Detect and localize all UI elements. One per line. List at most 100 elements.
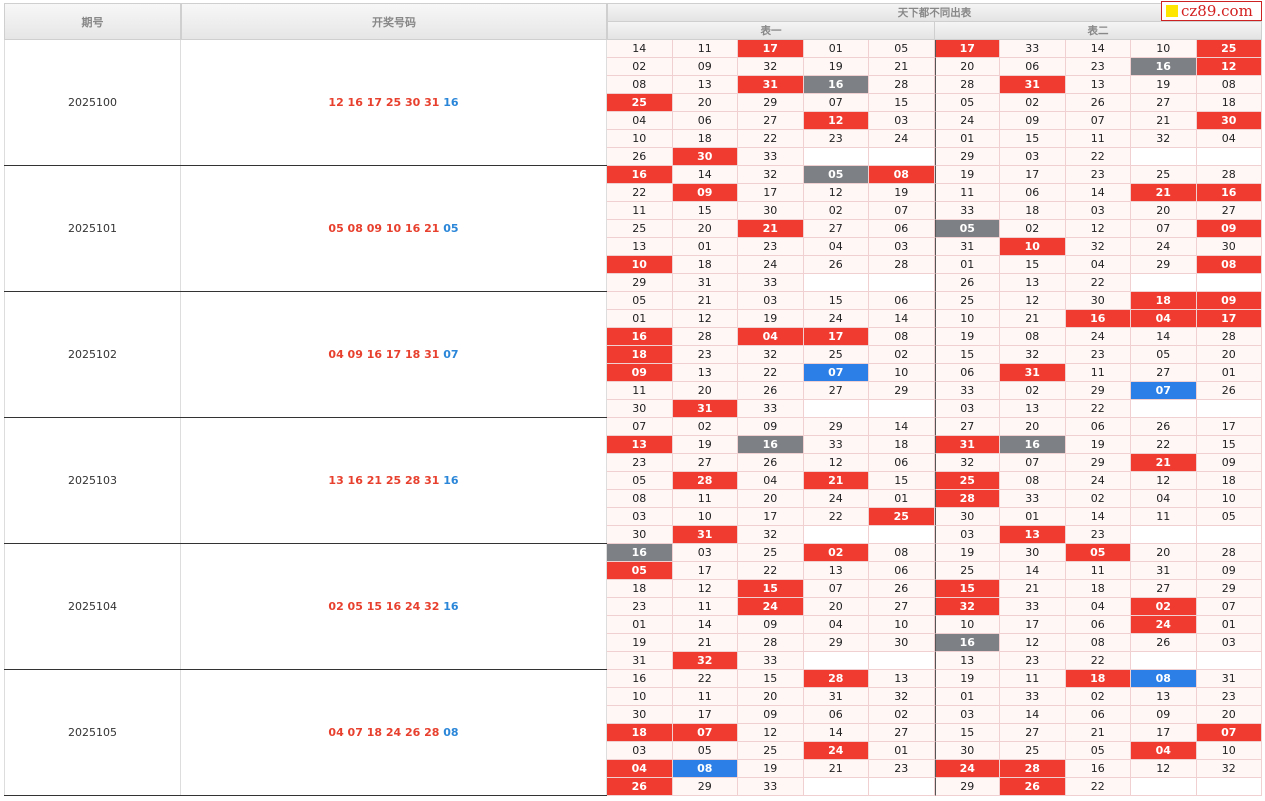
table1-cell: 30 <box>607 400 673 418</box>
table2-cell: 16 <box>934 634 1000 652</box>
table2-cell: 25 <box>1000 742 1066 760</box>
table1-cell: 24 <box>738 598 804 616</box>
table1-cell: 25 <box>869 508 935 526</box>
table2-cell: 07 <box>1131 382 1197 400</box>
table1-cell: 04 <box>738 472 804 490</box>
table2-cell: 24 <box>934 760 1000 778</box>
table1-cell: 23 <box>803 130 869 148</box>
table2-cell: 19 <box>934 544 1000 562</box>
table1-cell: 18 <box>607 580 673 598</box>
table1-cell: 30 <box>869 634 935 652</box>
table1-cell: 31 <box>672 526 738 544</box>
table2-cell: 06 <box>1065 616 1131 634</box>
table1-cell: 11 <box>672 40 738 58</box>
table1-cell: 18 <box>672 256 738 274</box>
table1-cell: 03 <box>738 292 804 310</box>
table1-cell: 26 <box>607 778 673 796</box>
table1-cell: 02 <box>672 418 738 436</box>
table1-cell: 28 <box>738 634 804 652</box>
table1-cell: 33 <box>803 436 869 454</box>
table2-cell: 19 <box>934 166 1000 184</box>
table1-cell: 13 <box>869 670 935 688</box>
table2-cell: 26 <box>1196 382 1262 400</box>
table1-cell: 12 <box>672 580 738 598</box>
table2-cell: 18 <box>1131 292 1197 310</box>
table2-cell: 28 <box>1196 328 1262 346</box>
table1-cell: 01 <box>607 616 673 634</box>
table1-cell: 05 <box>607 562 673 580</box>
number-grid: 16 14 32 05 08 22 09 17 12 19 11 15 30 02 07 25 20 21 27 06… <box>607 166 1262 292</box>
table2-cell: 14 <box>1000 706 1066 724</box>
table1-cell: 10 <box>869 364 935 382</box>
table2-cell: 26 <box>1131 634 1197 652</box>
table2-cell: 06 <box>1000 58 1066 76</box>
table1-cell: 27 <box>869 724 935 742</box>
table2-cell: 25 <box>934 562 1000 580</box>
table2-cell: 03 <box>1065 202 1131 220</box>
table1-cell: 31 <box>738 76 804 94</box>
table2-cell: 12 <box>1131 760 1197 778</box>
table1-cell: 32 <box>869 688 935 706</box>
table1-cell: 09 <box>738 418 804 436</box>
table1-cell: 13 <box>803 562 869 580</box>
table2-cell: 15 <box>1000 256 1066 274</box>
table1-cell: 03 <box>869 238 935 256</box>
table2-cell: 33 <box>1000 688 1066 706</box>
table2-cell: 18 <box>1196 472 1262 490</box>
table2-cell: 12 <box>1065 220 1131 238</box>
table2-cell: 03 <box>934 526 1000 544</box>
table1-cell: 06 <box>672 112 738 130</box>
table1-cell: 01 <box>803 40 869 58</box>
table2-cell: 06 <box>1000 184 1066 202</box>
table1-cell: 12 <box>803 184 869 202</box>
table2-cell: 15 <box>1196 436 1262 454</box>
table1-cell <box>869 148 935 166</box>
period-row: 2025101 05 08 09 10 16 21 05 16 14 32 05 08 22 0… <box>4 166 1262 292</box>
table1-cell: 21 <box>672 634 738 652</box>
table1-cell: 12 <box>803 112 869 130</box>
table2-cell: 01 <box>1000 508 1066 526</box>
table2-cell: 03 <box>1196 634 1262 652</box>
draw-numbers: 12 16 17 25 30 31 16 <box>181 40 607 165</box>
table2-cell: 06 <box>1065 418 1131 436</box>
table2-cell: 29 <box>1065 382 1131 400</box>
table2-cell: 01 <box>934 688 1000 706</box>
table1-cell <box>803 778 869 796</box>
table1-cell: 04 <box>607 112 673 130</box>
table2-cell <box>1196 526 1262 544</box>
table1-cell: 22 <box>738 130 804 148</box>
period-row: 2025104 02 05 15 16 24 32 16 16 03 25 02 08 05 1… <box>4 544 1262 670</box>
issue-number: 2025103 <box>4 418 181 543</box>
table2-cell: 04 <box>1196 130 1262 148</box>
table2-cell: 04 <box>1131 742 1197 760</box>
table1-cell: 02 <box>803 544 869 562</box>
table1-cell: 33 <box>738 274 804 292</box>
table1-cell: 17 <box>672 562 738 580</box>
table1-cell: 21 <box>672 292 738 310</box>
table2-header: 表二 <box>934 21 1262 40</box>
table2-cell: 03 <box>934 706 1000 724</box>
table1-cell: 31 <box>672 274 738 292</box>
table2-cell <box>1131 526 1197 544</box>
table1-cell: 25 <box>607 220 673 238</box>
table2-cell: 22 <box>1065 148 1131 166</box>
table1-cell: 15 <box>738 670 804 688</box>
table1-cell: 19 <box>607 634 673 652</box>
table2-cell: 01 <box>934 256 1000 274</box>
issue-column-header: 期号 <box>4 3 181 40</box>
site-logo[interactable]: cz89.com <box>1161 1 1262 21</box>
table2-cell: 14 <box>1131 328 1197 346</box>
table1-cell: 20 <box>672 382 738 400</box>
table2-cell: 30 <box>1065 292 1131 310</box>
table1-cell: 09 <box>738 616 804 634</box>
table1-cell: 26 <box>738 454 804 472</box>
table2-cell <box>1196 274 1262 292</box>
table1-cell: 14 <box>803 724 869 742</box>
table2-cell: 22 <box>1131 436 1197 454</box>
table1-cell: 16 <box>803 76 869 94</box>
table1-cell: 22 <box>738 364 804 382</box>
table2-cell: 17 <box>1000 616 1066 634</box>
table2-cell: 13 <box>1000 400 1066 418</box>
table1-cell: 08 <box>672 760 738 778</box>
table1-cell: 30 <box>607 526 673 544</box>
